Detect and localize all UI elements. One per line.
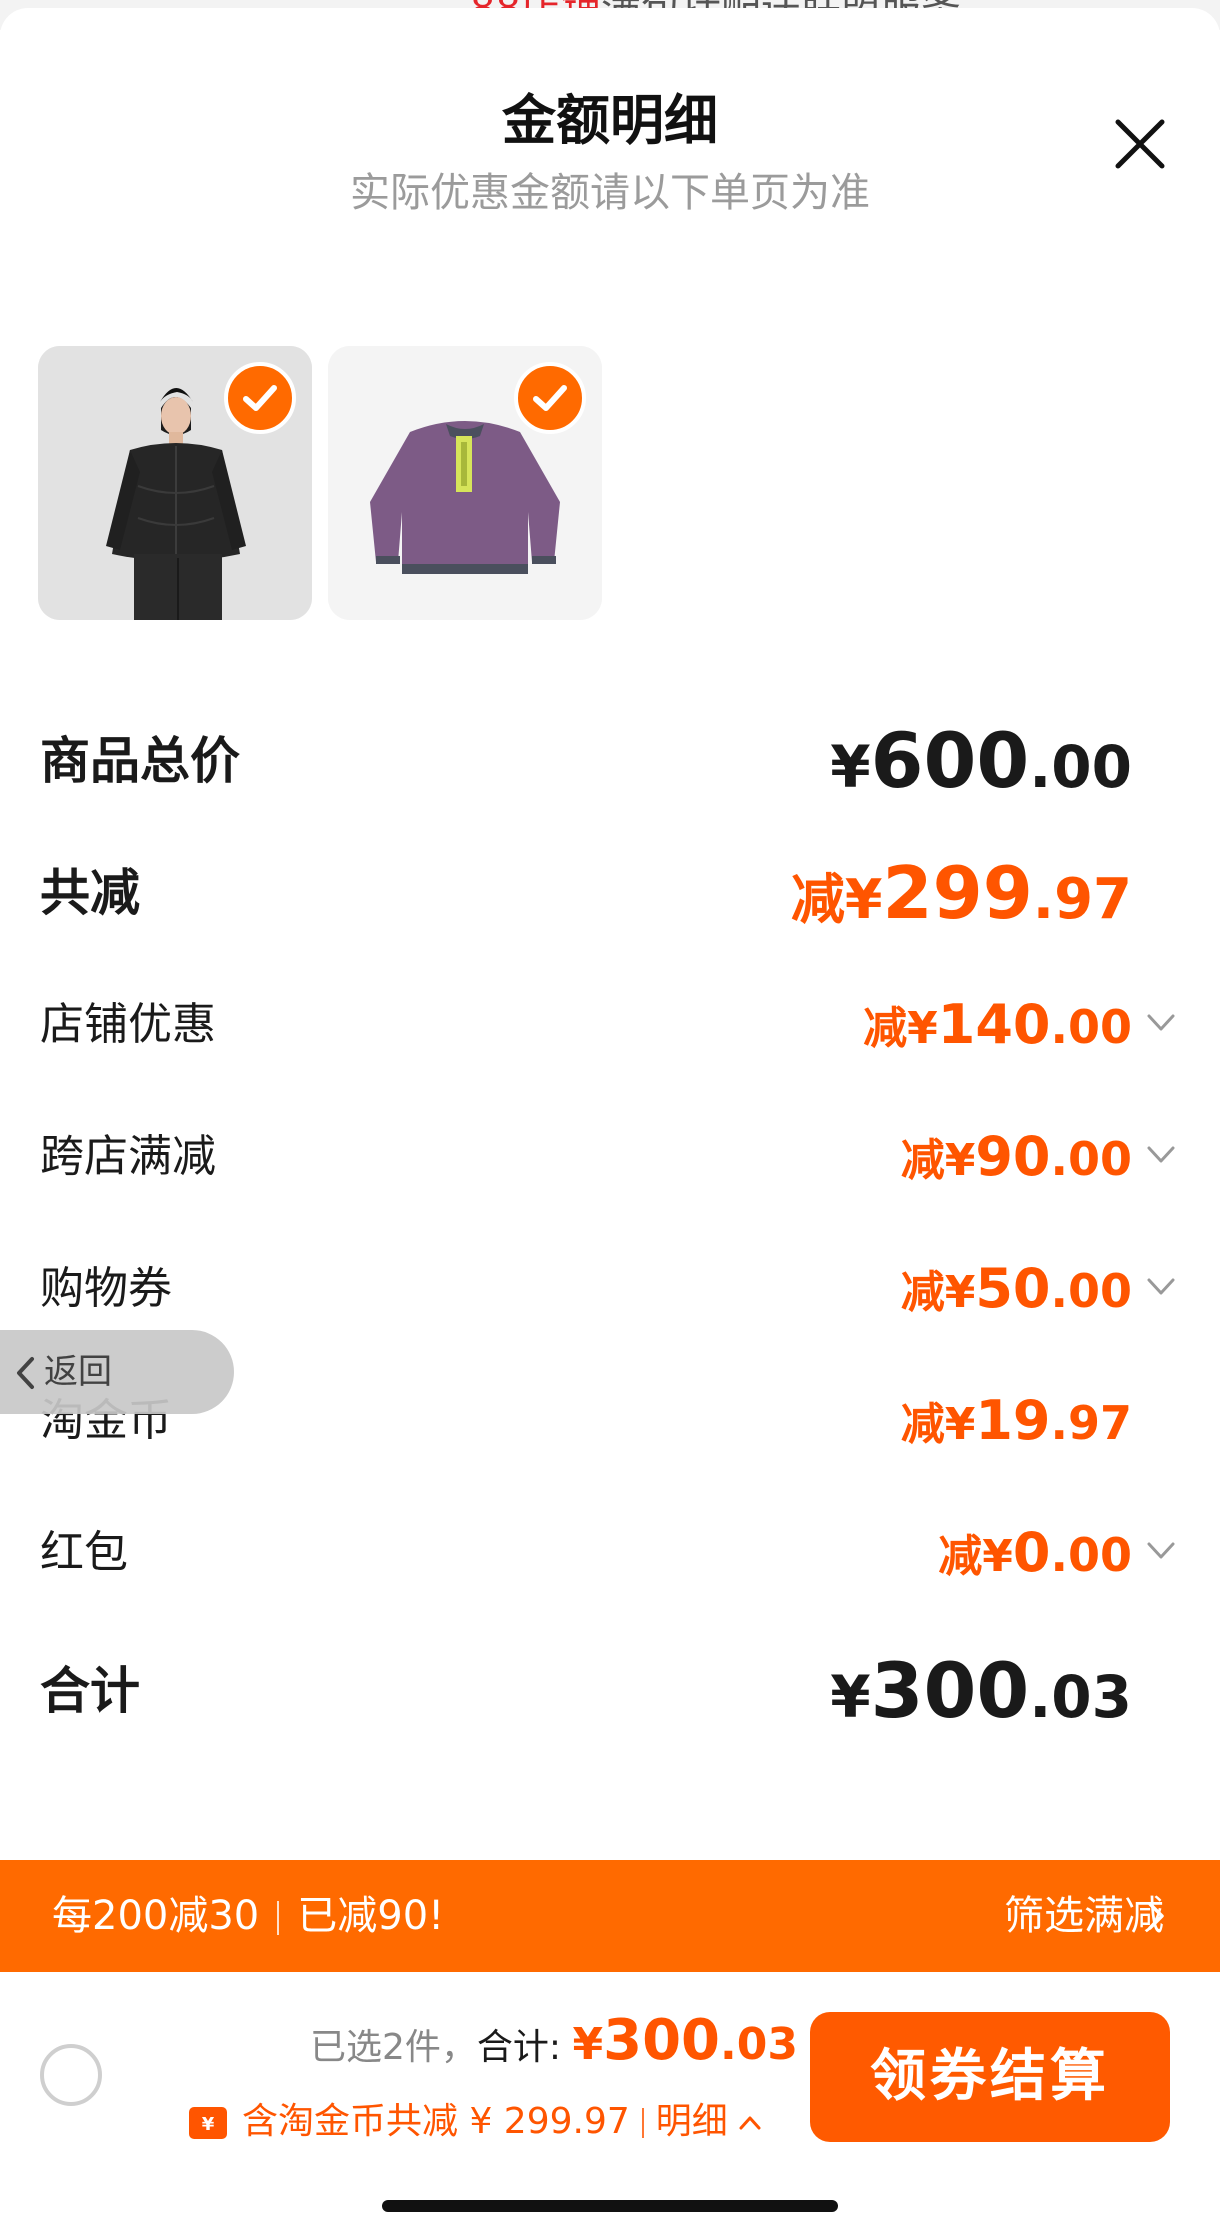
sheet-title: 金额明细 [502,89,718,152]
total-dec: .03 [720,2019,798,2070]
promo-rule: 每200减30 [52,1893,260,1939]
chevron-down-icon[interactable] [1146,1012,1176,1034]
total-value: ¥300.03 [830,1646,1132,1735]
discount-divider [641,2108,644,2138]
total-discount-value: 减¥299.97 [790,851,1132,935]
back-button[interactable]: 返回 [0,1330,234,1414]
chevron-left-icon [17,1357,34,1389]
checkout-bar: 已选2件，合计: ¥300.03 ¥ 含淘金币共减 ¥ 299.97 明细 领券结算 [0,1972,1220,2230]
filter-promo-label: 筛选满减 [1004,1893,1164,1939]
product-thumb-jacket[interactable] [38,346,312,620]
red-packet-label: 红包 [40,1527,128,1578]
total-symbol: ¥ [572,2019,604,2070]
red-packet-row[interactable]: 红包 减¥0.00 [0,1508,1220,1598]
close-icon[interactable] [1112,116,1168,172]
total-discount-row: 共减 减¥299.97 [0,848,1220,938]
red-packet-value: 减¥0.00 [938,1521,1132,1584]
subtotal-value: ¥600.00 [830,716,1132,805]
selected-check[interactable] [514,362,586,434]
total-int: 300 [603,2008,721,2073]
cross-store-row[interactable]: 跨店满减 减¥90.00 [0,1112,1220,1202]
back-button-label: 返回 [44,1352,112,1392]
promo-bar: 每200减30 已减90! 筛选满减 [0,1860,1220,1972]
promo-divider [277,1901,280,1935]
selected-count: 已选2件， [310,2027,477,2068]
selected-check[interactable] [224,362,296,434]
total-label: 合计: [476,2027,573,2068]
store-discount-row[interactable]: 店铺优惠 减¥140.00 [0,980,1220,1070]
chevron-up-icon[interactable] [738,2115,762,2131]
store-discount-label: 店铺优惠 [40,999,216,1050]
chevron-down-icon[interactable] [1146,1540,1176,1562]
sheet-subtitle: 实际优惠金额请以下单页为准 [350,170,870,216]
total-label: 合计 [40,1662,140,1720]
discount-text: 含淘金币共减 ¥ 299.97 [242,2101,630,2142]
cross-store-label: 跨店满减 [40,1131,216,1182]
coupon-value: 减¥50.00 [900,1257,1132,1320]
total-discount-label: 共减 [40,864,140,922]
checkout-button[interactable]: 领券结算 [810,2012,1170,2142]
order-summary: 已选2件，合计: ¥300.03 [310,2008,798,2073]
check-icon [533,385,567,411]
chevron-down-icon[interactable] [1146,1144,1176,1166]
select-all-checkbox[interactable] [40,2044,102,2106]
product-thumb-sweatshirt[interactable] [328,346,602,620]
cross-store-value: 减¥90.00 [900,1125,1132,1188]
home-indicator [382,2200,838,2212]
svg-text:¥: ¥ [202,2114,215,2135]
coin-icon: ¥ [189,2107,227,2139]
discount-summary: ¥ 含淘金币共减 ¥ 299.97 明细 [188,2092,762,2144]
taojinbi-value: 减¥19.97 [900,1389,1132,1452]
coupon-row[interactable]: 购物券 减¥50.00 [0,1244,1220,1334]
store-discount-value: 减¥140.00 [863,993,1132,1056]
chevron-right-icon[interactable] [1146,1900,1166,1932]
filter-promo-link[interactable]: 筛选满减 [1004,1860,1164,1972]
subtotal-row: 商品总价 ¥600.00 [0,716,1220,806]
chevron-down-icon[interactable] [1146,1276,1176,1298]
subtotal-label: 商品总价 [40,732,240,790]
total-row: 合计 ¥300.03 [0,1646,1220,1736]
detail-link[interactable]: 明细 [656,2101,728,2142]
coupon-label: 购物券 [40,1263,172,1314]
check-icon [243,385,277,411]
promo-applied: 已减90! [297,1893,445,1939]
